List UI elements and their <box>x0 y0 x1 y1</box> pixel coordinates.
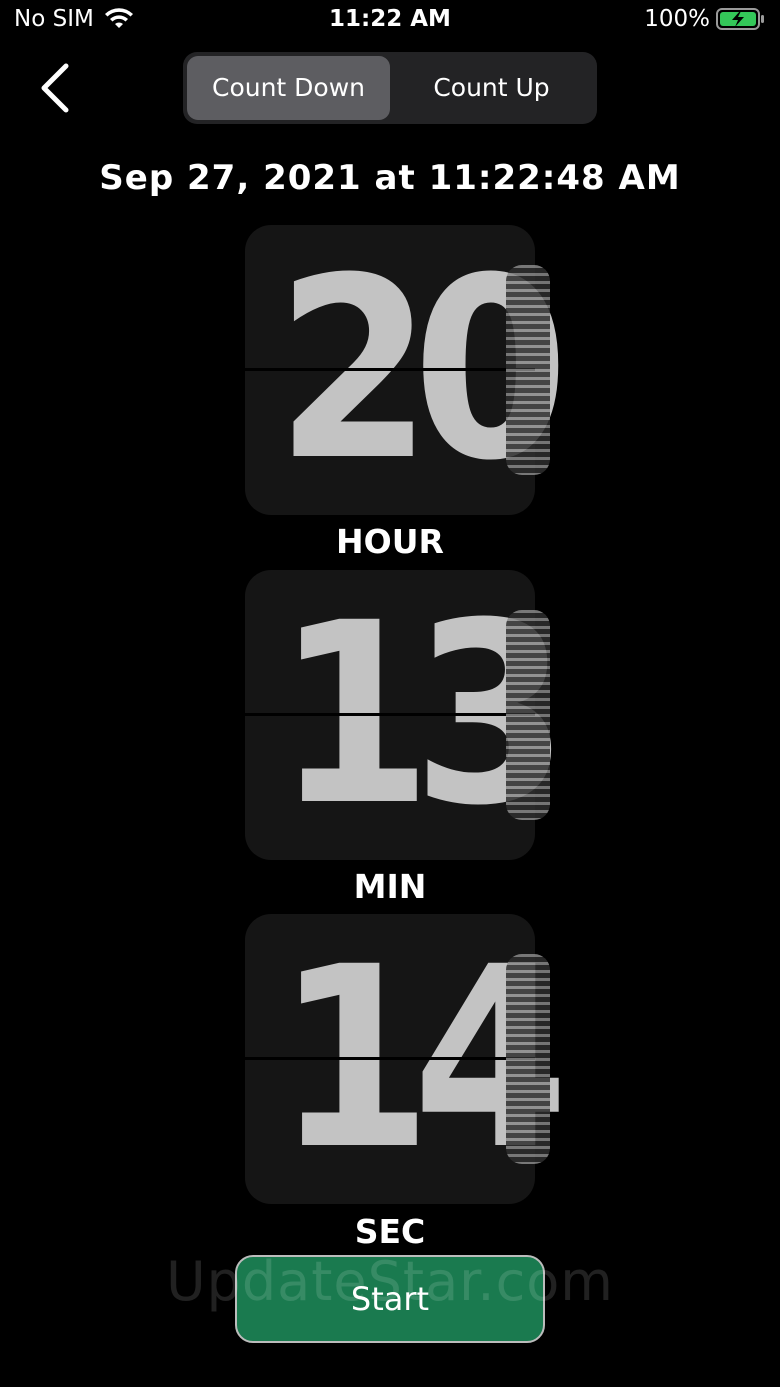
hour-unit-label: HOUR <box>336 522 444 561</box>
flip-split-line <box>245 1057 535 1060</box>
flip-split-line <box>245 368 535 371</box>
battery-status: 100% <box>644 6 766 32</box>
second-flip-card: 14 <box>245 914 569 1204</box>
battery-percent: 100% <box>644 6 710 32</box>
flip-edge-stack <box>506 265 550 475</box>
mode-segmented-control: Count Down Count Up <box>183 52 597 124</box>
battery-charging-icon <box>716 8 764 30</box>
back-chevron-icon[interactable] <box>30 58 80 118</box>
segment-count-up[interactable]: Count Up <box>390 56 593 120</box>
flip-edge-stack <box>506 610 550 820</box>
minute-flip-card: 13 <box>245 570 569 860</box>
segment-count-down[interactable]: Count Down <box>187 56 390 120</box>
target-date-label: Sep 27, 2021 at 11:22:48 AM <box>99 158 681 198</box>
hour-flip-card: 20 <box>245 225 569 515</box>
start-button[interactable]: Start <box>235 1255 545 1343</box>
second-unit-label: SEC <box>354 1212 426 1251</box>
flip-edge-stack <box>506 954 550 1164</box>
minute-unit-label: MIN <box>353 867 427 906</box>
status-bar: No SIM 11:22 AM 100% <box>0 0 780 44</box>
flip-split-line <box>245 713 535 716</box>
